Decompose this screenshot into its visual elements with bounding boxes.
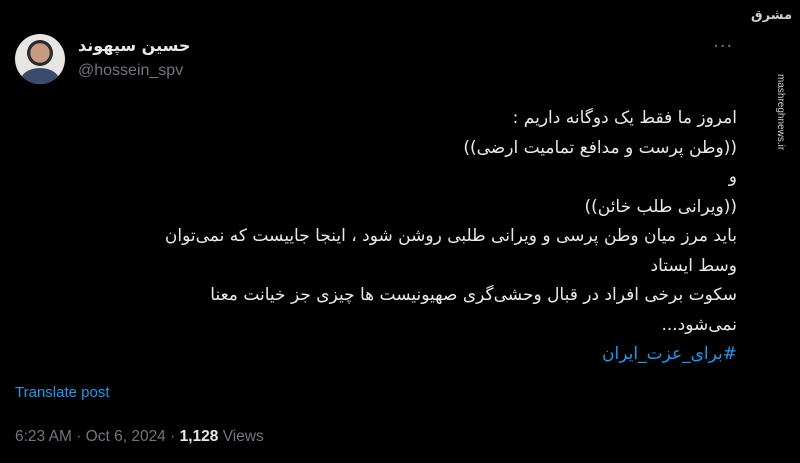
views-label: Views [222, 428, 264, 445]
translate-post-link[interactable]: Translate post [15, 384, 110, 401]
post-text: امروز ما فقط یک دوگانه داریم : ((وطن پرس… [15, 104, 737, 370]
post-line: باید مرز میان وطن پرسی و ویرانی طلبی روش… [164, 226, 737, 246]
hashtag-link[interactable]: #برای_عزت_ایران [15, 340, 737, 370]
avatar-shoulders [21, 68, 59, 84]
post-line: و [728, 167, 737, 187]
post-line: نمی‌شود... [661, 314, 737, 335]
watermark-url: mashreghnews.ir [762, 44, 788, 150]
tweet-post: حسین سپهوند @hossein_spv ··· مشرق mashre… [0, 0, 800, 463]
more-options-icon[interactable]: ··· [713, 36, 733, 57]
author-display-name[interactable]: حسین سپهوند [78, 36, 190, 55]
watermark-url-text: mashreghnews.ir [775, 74, 786, 151]
post-meta: 6:23 AM · Oct 6, 2024 · 1,128 Views [15, 428, 264, 446]
post-line: امروز ما فقط یک دوگانه داریم : [512, 108, 737, 128]
post-line: ((وطن پرست و مدافع تمامیت ارضی)) [463, 137, 737, 158]
post-line: سکوت برخی افراد در قبال وحشی‌گری صهیونیس… [210, 285, 737, 305]
meta-separator: · [76, 428, 82, 445]
post-line: وسط ایستاد [650, 255, 738, 276]
post-line: ((ویرانی طلب خائن)) [584, 196, 738, 217]
author-handle[interactable]: @hossein_spv [78, 62, 183, 80]
watermark: مشرق mashreghnews.ir [751, 8, 792, 150]
post-time[interactable]: 6:23 AM [15, 428, 72, 445]
avatar[interactable] [15, 34, 65, 84]
watermark-logo: مشرق [751, 8, 792, 23]
views-count: 1,128 [179, 428, 219, 445]
meta-separator: · [170, 428, 176, 445]
post-date[interactable]: Oct 6, 2024 [86, 428, 166, 445]
